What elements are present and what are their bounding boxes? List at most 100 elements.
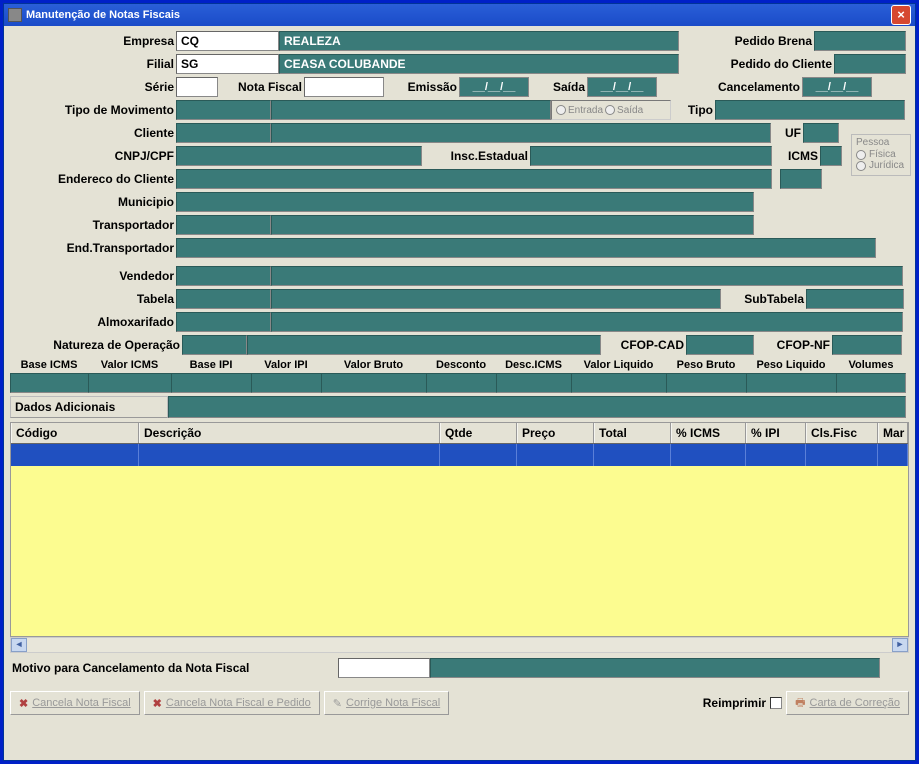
cancela-nf-pedido-button[interactable]: ✖ Cancela Nota Fiscal e Pedido xyxy=(144,691,320,715)
tv-desconto xyxy=(426,373,496,393)
tipo-field[interactable] xyxy=(715,100,905,120)
pessoa-fisica-label: Física xyxy=(869,149,896,160)
cfop-nf-label: CFOP-NF xyxy=(754,338,832,352)
th-peso-liquido: Peso Liquido xyxy=(746,359,836,371)
carta-correcao-label: Carta de Correção xyxy=(810,697,901,709)
insc-label: Insc.Estadual xyxy=(422,149,530,163)
th-base-ipi: Base IPI xyxy=(171,359,251,371)
motivo-desc-field xyxy=(430,658,880,678)
notafiscal-input[interactable] xyxy=(304,77,384,97)
tabela-label: Tabela xyxy=(10,292,176,306)
pessoa-label: Pessoa xyxy=(856,137,906,148)
col-icms[interactable]: % ICMS xyxy=(671,423,746,443)
scroll-left-button[interactable]: ◄ xyxy=(11,638,27,652)
col-codigo[interactable]: Código xyxy=(11,423,139,443)
cfop-cad-label: CFOP-CAD xyxy=(601,338,686,352)
natureza-name-field xyxy=(247,335,601,355)
almox-label: Almoxarifado xyxy=(10,315,176,329)
tipo-mov-name-field xyxy=(271,100,551,120)
col-qtde[interactable]: Qtde xyxy=(440,423,517,443)
th-valor-icms: Valor ICMS xyxy=(88,359,171,371)
horizontal-scrollbar[interactable]: ◄ ► xyxy=(10,637,909,653)
transp-code-field[interactable] xyxy=(176,215,271,235)
th-peso-bruto: Peso Bruto xyxy=(666,359,746,371)
th-base-icms: Base ICMS xyxy=(10,359,88,371)
saida-rb-label: Saída xyxy=(617,105,643,116)
carta-correcao-button[interactable]: 🖶 Carta de Correção xyxy=(786,691,909,715)
th-desc-icms: Desc.ICMS xyxy=(496,359,571,371)
entrada-saida-group: Entrada Saída xyxy=(551,100,671,120)
grid-body[interactable] xyxy=(11,466,908,636)
insc-field[interactable] xyxy=(530,146,772,166)
vendedor-code-field[interactable] xyxy=(176,266,271,286)
cfop-nf-field[interactable] xyxy=(832,335,902,355)
natureza-label: Natureza de Operação xyxy=(10,338,182,352)
scroll-right-button[interactable]: ► xyxy=(892,638,908,652)
tv-base-ipi xyxy=(171,373,251,393)
subtabela-field[interactable] xyxy=(806,289,904,309)
municipio-field[interactable] xyxy=(176,192,754,212)
endereco-label: Endereco do Cliente xyxy=(10,172,176,186)
col-preco[interactable]: Preço xyxy=(517,423,594,443)
col-ipi[interactable]: % IPI xyxy=(746,423,806,443)
tv-peso-liquido xyxy=(746,373,836,393)
grid-header: Código Descrição Qtde Preço Total % ICMS… xyxy=(11,423,908,444)
emissao-field[interactable]: __/__/__ xyxy=(459,77,529,97)
reimprimir-checkbox[interactable] xyxy=(770,697,782,709)
transp-label: Transportador xyxy=(10,218,176,232)
titlebar: Manutenção de Notas Fiscais × xyxy=(4,4,915,26)
tv-base-icms xyxy=(10,373,88,393)
icms-field[interactable] xyxy=(820,146,842,166)
buttons-row: ✖ Cancela Nota Fiscal ✖ Cancela Nota Fis… xyxy=(4,687,915,719)
tipo-label: Tipo xyxy=(671,103,715,117)
cnpj-field[interactable] xyxy=(176,146,422,166)
cancela-nf-button[interactable]: ✖ Cancela Nota Fiscal xyxy=(10,691,140,715)
natureza-code-field[interactable] xyxy=(182,335,247,355)
filial-label: Filial xyxy=(10,57,176,71)
cliente-code-field[interactable] xyxy=(176,123,271,143)
entrada-label: Entrada xyxy=(568,105,603,116)
dados-adicionais-field[interactable] xyxy=(168,396,906,418)
pedido-brena-field[interactable] xyxy=(814,31,906,51)
tipo-mov-code-field[interactable] xyxy=(176,100,271,120)
col-total[interactable]: Total xyxy=(594,423,671,443)
pedido-cliente-field[interactable] xyxy=(834,54,906,74)
empresa-name-field: REALEZA xyxy=(279,31,679,51)
endereco-field[interactable] xyxy=(176,169,772,189)
col-clsfisc[interactable]: Cls.Fisc xyxy=(806,423,878,443)
pessoa-fisica-radio[interactable] xyxy=(856,150,866,160)
corrige-nf-button[interactable]: ✎ Corrige Nota Fiscal xyxy=(324,691,449,715)
close-button[interactable]: × xyxy=(891,5,911,25)
cancelamento-label: Cancelamento xyxy=(657,80,802,94)
endereco-num-field[interactable] xyxy=(780,169,822,189)
app-icon xyxy=(8,8,22,22)
pessoa-juridica-radio[interactable] xyxy=(856,161,866,171)
end-transp-field[interactable] xyxy=(176,238,876,258)
tabela-code-field[interactable] xyxy=(176,289,271,309)
empresa-code-input[interactable]: CQ xyxy=(176,31,279,51)
filial-code-input[interactable]: SG xyxy=(176,54,279,74)
pedido-brena-label: Pedido Brena xyxy=(679,34,814,48)
almox-name-field xyxy=(271,312,903,332)
motivo-input[interactable] xyxy=(338,658,430,678)
saida-radio[interactable] xyxy=(605,105,615,115)
tabela-name-field xyxy=(271,289,721,309)
th-valor-liquido: Valor Liquido xyxy=(571,359,666,371)
tv-valor-liquido xyxy=(571,373,666,393)
tv-valor-bruto xyxy=(321,373,426,393)
cnpj-label: CNPJ/CPF xyxy=(10,149,176,163)
grid-selected-row[interactable] xyxy=(11,444,908,466)
col-mar[interactable]: Mar xyxy=(878,423,908,443)
cfop-cad-field[interactable] xyxy=(686,335,754,355)
almox-code-field[interactable] xyxy=(176,312,271,332)
saida-field[interactable]: __/__/__ xyxy=(587,77,657,97)
entrada-radio[interactable] xyxy=(556,105,566,115)
icms-label: ICMS xyxy=(772,149,820,163)
col-descricao[interactable]: Descrição xyxy=(139,423,440,443)
empresa-label: Empresa xyxy=(10,34,176,48)
cancelamento-field[interactable]: __/__/__ xyxy=(802,77,872,97)
end-transp-label: End.Transportador xyxy=(10,241,176,255)
uf-field[interactable] xyxy=(803,123,839,143)
totals-row xyxy=(10,373,909,393)
serie-input[interactable] xyxy=(176,77,218,97)
